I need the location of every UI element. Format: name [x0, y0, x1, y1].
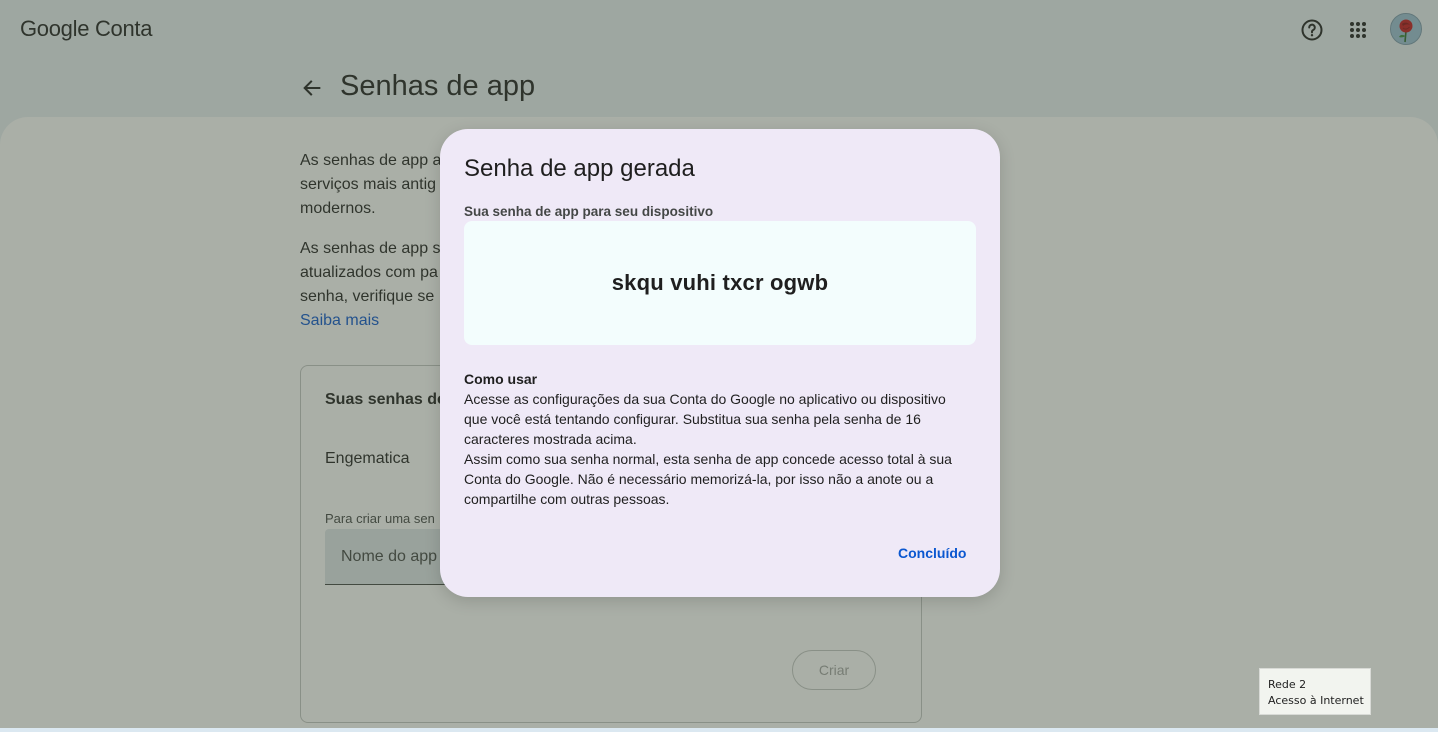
howto-line: que você está tentando configurar. Subst… — [464, 411, 921, 427]
done-button[interactable]: Concluído — [886, 539, 978, 567]
bottom-strip — [0, 728, 1438, 732]
app-password-dialog: Senha de app gerada Sua senha de app par… — [440, 129, 1000, 597]
dialog-title: Senha de app gerada — [464, 155, 695, 182]
howto-line: Assim como sua senha normal, esta senha … — [464, 451, 952, 467]
generated-password[interactable]: skqu vuhi txcr ogwb — [612, 270, 829, 296]
network-tooltip: Rede 2 Acesso à Internet — [1259, 668, 1371, 715]
dialog-subtitle: Sua senha de app para seu dispositivo — [464, 204, 714, 219]
network-name: Rede 2 — [1268, 678, 1307, 691]
network-status: Acesso à Internet — [1268, 694, 1364, 707]
howto-line: Conta do Google. Não é necessário memori… — [464, 471, 934, 487]
howto-body: Acesse as configurações da sua Conta do … — [464, 389, 969, 509]
howto-line: compartilhe com outras pessoas. — [464, 491, 670, 507]
howto-line: Acesse as configurações da sua Conta do … — [464, 391, 946, 407]
howto-line: caracteres mostrada acima. — [464, 431, 637, 447]
generated-password-box: skqu vuhi txcr ogwb — [464, 221, 976, 345]
howto-title: Como usar — [464, 371, 538, 387]
